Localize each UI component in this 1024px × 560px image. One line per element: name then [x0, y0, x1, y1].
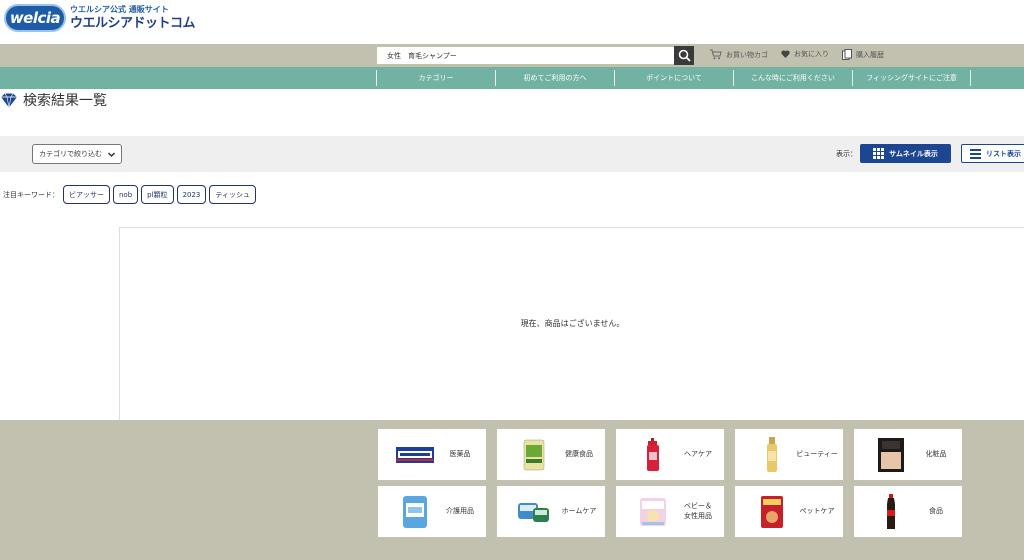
category-label: ヘアケア — [684, 449, 712, 458]
category-card-medicine[interactable]: 医薬品 — [378, 429, 486, 480]
list-icon — [970, 148, 981, 159]
thumbnail-view-button[interactable]: サムネイル表示 — [860, 144, 951, 163]
keyword-chip[interactable]: nob — [113, 185, 139, 204]
category-card-health-food[interactable]: 健康食品 — [497, 429, 605, 480]
nav-item-phishing[interactable]: フィッシングサイトにご注意 — [852, 70, 971, 86]
logo-title: ウエルシアドットコム — [70, 16, 196, 31]
favorites-link[interactable]: お気に入り — [781, 49, 829, 59]
category-label: 健康食品 — [565, 449, 593, 458]
homecare-product-icon — [514, 493, 554, 530]
care-product-icon — [395, 493, 435, 530]
category-label: ビューティー — [796, 449, 838, 458]
category-card-food[interactable]: 食品 — [854, 486, 962, 537]
featured-keywords: 注目キーワード： ビアッサー nob pl顆粒 2023 ティッシュ — [3, 185, 259, 204]
logo-text: ウエルシア公式 通販サイト ウエルシアドットコム — [70, 5, 196, 31]
haircare-product-icon — [633, 436, 673, 473]
petcare-product-icon — [752, 493, 792, 530]
heart-icon — [781, 50, 790, 58]
main-nav: カテゴリー 初めてご利用の方へ ポイントについて こんな時にご利用ください フィ… — [0, 67, 1024, 89]
search-input[interactable] — [377, 47, 674, 64]
favorites-label: お気に入り — [794, 50, 829, 58]
thumbnail-view-label: サムネイル表示 — [889, 149, 938, 158]
site-logo[interactable]: welcia ウエルシア公式 通販サイト ウエルシアドットコム — [4, 4, 196, 32]
cosmetics-product-icon — [871, 436, 911, 473]
beauty-product-icon — [752, 436, 792, 473]
cart-link[interactable]: お買い物カゴ — [710, 49, 768, 60]
search-icon — [678, 49, 691, 62]
category-label: ホームケア — [561, 506, 597, 515]
category-card-care[interactable]: 介護用品 — [378, 486, 486, 537]
list-view-label: リスト表示 — [986, 149, 1021, 158]
category-card-baby[interactable]: ベビー＆ 女性用品 — [616, 486, 724, 537]
no-results-message: 現在、商品はございません。 — [520, 319, 625, 328]
category-card-homecare[interactable]: ホームケア — [497, 486, 605, 537]
history-icon — [842, 49, 852, 60]
category-footer: 医薬品 健康食品 ヘアケア ビューティー 化粧品 介護用品 ホームケア ベビー＆… — [0, 420, 1024, 560]
keyword-chip[interactable]: ビアッサー — [63, 185, 110, 204]
category-filter-select[interactable]: カテゴリで絞り込む — [32, 144, 122, 164]
title-row: 検索結果一覧 — [0, 90, 107, 110]
nav-item-points[interactable]: ポイントについて — [614, 70, 733, 86]
category-label: 介護用品 — [446, 506, 474, 515]
list-view-button[interactable]: リスト表示 — [961, 144, 1024, 163]
cart-icon — [710, 49, 722, 60]
history-label: 購入履歴 — [856, 50, 884, 59]
keywords-label: 注目キーワード： — [3, 190, 59, 199]
category-label: 医薬品 — [449, 449, 471, 458]
page: welcia ウエルシア公式 通販サイト ウエルシアドットコム お買い物カゴ — [0, 0, 1024, 560]
history-link[interactable]: 購入履歴 — [842, 49, 884, 60]
category-label: ベビー＆ 女性用品 — [684, 501, 712, 520]
search-button[interactable] — [674, 46, 694, 65]
category-card-petcare[interactable]: ペットケア — [735, 486, 843, 537]
keyword-chip[interactable]: ティッシュ — [209, 185, 256, 204]
header: welcia ウエルシア公式 通販サイト ウエルシアドットコム — [0, 0, 1024, 44]
baby-product-icon — [633, 493, 673, 530]
keyword-chip[interactable]: 2023 — [176, 185, 207, 204]
cart-label: お買い物カゴ — [726, 50, 768, 59]
search-results-panel: 現在、商品はございません。 — [119, 227, 1024, 421]
chevron-down-icon — [107, 152, 116, 158]
category-label: 食品 — [929, 506, 943, 515]
category-card-cosmetics[interactable]: 化粧品 — [854, 429, 962, 480]
filter-band: カテゴリで絞り込む 表示： サムネイル表示 リスト表示 — [0, 136, 1024, 172]
diamond-icon — [1, 92, 17, 108]
category-filter-label: カテゴリで絞り込む — [39, 150, 102, 158]
search-bar: お買い物カゴ お気に入り 購入履歴 — [0, 44, 1024, 67]
nav-item-first-time[interactable]: 初めてご利用の方へ — [495, 70, 614, 86]
category-card-haircare[interactable]: ヘアケア — [616, 429, 724, 480]
logo-badge: welcia — [4, 4, 66, 32]
page-title: 検索結果一覧 — [23, 93, 107, 109]
display-mode-label: 表示： — [836, 150, 857, 158]
keyword-chip[interactable]: pl顆粒 — [141, 185, 174, 204]
food-product-icon — [871, 493, 911, 530]
nav-item-category[interactable]: カテゴリー — [376, 70, 495, 86]
category-label: ペットケア — [799, 506, 835, 515]
category-card-beauty[interactable]: ビューティー — [735, 429, 843, 480]
health-food-product-icon — [514, 436, 554, 473]
medicine-product-icon — [395, 436, 435, 473]
nav-item-usage[interactable]: こんな時にご利用ください — [733, 70, 852, 86]
category-label: 化粧品 — [925, 449, 947, 458]
grid-icon — [873, 148, 885, 159]
logo-subtitle: ウエルシア公式 通販サイト — [70, 5, 169, 14]
